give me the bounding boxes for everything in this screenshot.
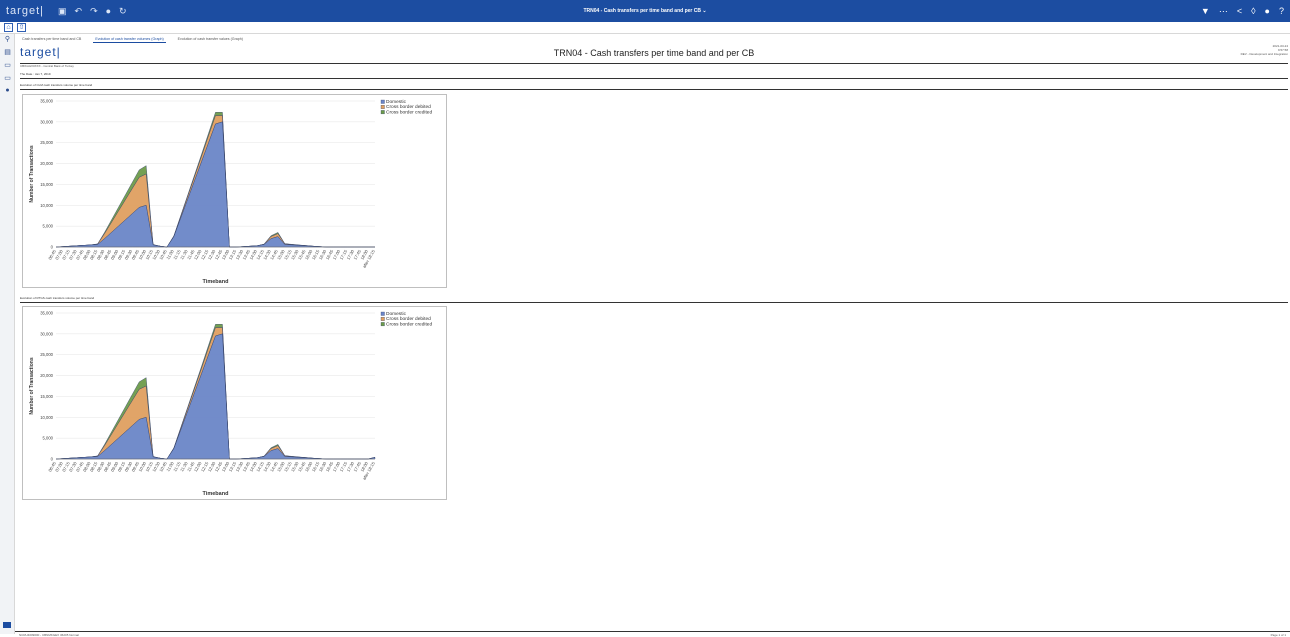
report-footer: NCRU4009000 - CBNMKGEX 36205 Normal Page… <box>15 631 1290 637</box>
y-tick-label: 20,000 <box>40 373 53 378</box>
report-tabs: Cash transfers per time band and CB Evol… <box>20 36 245 43</box>
report-meta: 2021-03-24 9:57:58 DEV - Development and… <box>1241 44 1288 57</box>
legend-label[interactable]: Cross border credited <box>386 321 432 327</box>
globe-icon[interactable]: ● <box>0 87 15 99</box>
y-tick-label: 15,000 <box>40 182 53 187</box>
business-date-line: The Date : Jan 7, 2019 <box>20 72 1288 79</box>
legend-label[interactable]: Cross border debited <box>386 104 431 110</box>
upload-icon[interactable]: ⇧ <box>17 23 26 32</box>
save-icon[interactable]: ▣ <box>58 6 67 17</box>
tab-volumes-graph[interactable]: Evolution of cash transfer volumes (Grap… <box>93 36 166 43</box>
rtgs-volume-chart: 0 5,000 10,000 15,000 20,000 25,000 30,000 35,0… <box>22 306 447 500</box>
legend-swatch <box>380 110 385 115</box>
filter-icon[interactable]: ▼ <box>1201 6 1210 17</box>
y-tick-label: 30,000 <box>40 331 53 336</box>
x-axis-title: Timeband <box>203 279 229 285</box>
y-tick-label: 0 <box>51 457 54 462</box>
legend-swatch <box>380 311 385 316</box>
window-title[interactable]: TRN04 - Cash transfers per time band and… <box>0 8 1290 14</box>
report-header: target| TRN04 - Cash transfers per time … <box>20 44 1288 64</box>
app-logo: target| <box>6 5 44 17</box>
footer-left-text: NCRU4009000 - CBNMKGEX 36205 Normal <box>19 633 79 637</box>
undo-icon[interactable]: ↶ <box>75 6 83 17</box>
search-icon[interactable]: ⚲ <box>0 35 15 47</box>
home-icon[interactable]: ⌂ <box>4 23 13 32</box>
report-environment: DEV - Development and Integration <box>1240 52 1288 57</box>
redo-icon[interactable]: ↷ <box>90 6 98 17</box>
y-tick-label: 5,000 <box>43 436 54 441</box>
y-tick-label: 35,000 <box>40 99 53 104</box>
y-axis-title: Number of Transactions <box>29 357 35 414</box>
y-tick-label: 10,000 <box>40 415 53 420</box>
refresh-icon[interactable]: ↻ <box>119 6 127 17</box>
legend-label[interactable]: Domestic <box>386 311 407 317</box>
legend-label[interactable]: Domestic <box>386 99 407 105</box>
legend-swatch <box>380 317 385 321</box>
legend-swatch <box>380 322 385 327</box>
folder-icon[interactable]: ▭ <box>0 61 15 73</box>
y-tick-label: 25,000 <box>40 352 53 357</box>
sub-toolbar: ⌂ ⇧ <box>0 22 1290 34</box>
y-axis-title: Number of Transactions <box>29 145 35 202</box>
more-icon[interactable]: ⋯ <box>1219 6 1228 17</box>
tab-cash-transfers-table[interactable]: Cash transfers per time band and CB <box>20 36 83 43</box>
clm-volume-chart: 0 5,000 10,000 15,000 20,000 25,000 30,000 35,0… <box>22 94 447 288</box>
status-icon[interactable] <box>3 622 11 628</box>
central-bank-line: CBIKA&X0XXX - Central Bank of Turkey <box>20 64 74 68</box>
section-title-rtgs: Evolution of RTGS cash transfers volume … <box>20 296 1288 303</box>
x-axis-title: Timeband <box>203 491 229 497</box>
share-icon[interactable]: < <box>1237 6 1242 17</box>
y-tick-label: 35,000 <box>40 311 53 316</box>
document-icon[interactable]: ▤ <box>0 48 15 60</box>
legend-label[interactable]: Cross border debited <box>386 316 431 322</box>
section-title-clm: Evolution of CLM cash transfers volume p… <box>20 83 1288 90</box>
y-tick-label: 20,000 <box>40 161 53 166</box>
top-right-icons: ▼ ⋯ < ◊ ● ? <box>1201 6 1284 17</box>
y-tick-label: 10,000 <box>40 203 53 208</box>
bell-icon[interactable]: ◊ <box>1251 6 1255 17</box>
user-icon[interactable]: ● <box>1265 6 1270 17</box>
y-tick-label: 15,000 <box>40 394 53 399</box>
y-tick-label: 25,000 <box>40 140 53 145</box>
legend-swatch <box>380 105 385 109</box>
y-tick-label: 30,000 <box>40 119 53 124</box>
app-top-bar: target| ▣ ↶ ↷ ● ↻ TRN04 - Cash transfers… <box>0 0 1290 22</box>
legend-swatch <box>380 99 385 104</box>
footer-page-number: Page 1 of 1 <box>1270 633 1286 637</box>
tab-values-graph[interactable]: Evolution of cash transfer values (Graph… <box>176 36 245 43</box>
legend-label[interactable]: Cross border credited <box>386 109 432 115</box>
toolbar-icons: ▣ ↶ ↷ ● ↻ <box>58 6 127 17</box>
report-title: TRN04 - Cash transfers per time band and… <box>553 48 755 58</box>
y-tick-label: 0 <box>51 245 54 250</box>
run-icon[interactable]: ● <box>106 6 111 17</box>
folder-open-icon[interactable]: ▭ <box>0 74 15 86</box>
help-icon[interactable]: ? <box>1279 6 1284 17</box>
y-tick-label: 5,000 <box>43 224 54 229</box>
left-rail: ⚲ ▤ ▭ ▭ ● <box>0 34 15 634</box>
